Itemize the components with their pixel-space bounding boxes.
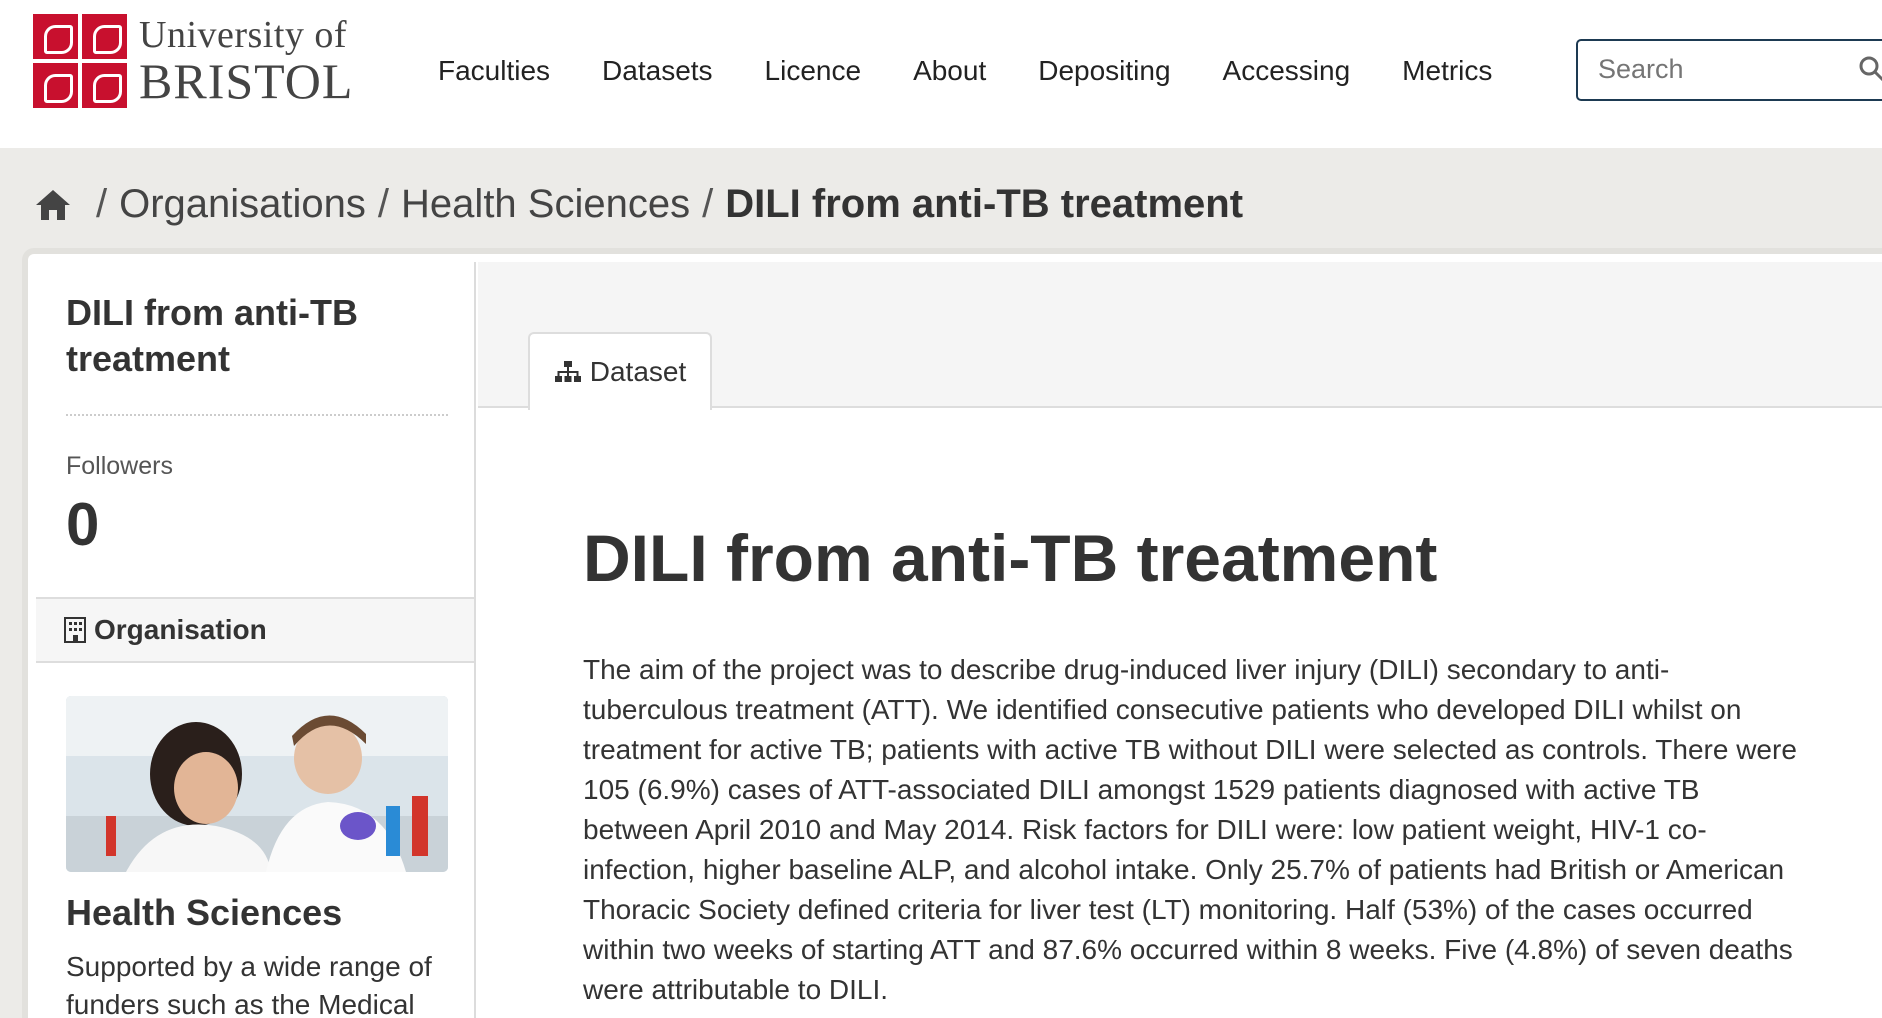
breadcrumb-separator: / xyxy=(377,182,390,226)
site-header: University of BRISTOL Faculties Datasets… xyxy=(0,0,1882,148)
page-title: DILI from anti-TB treatment xyxy=(583,521,1438,595)
tab-dataset-label: Dataset xyxy=(589,356,687,387)
home-icon[interactable] xyxy=(34,188,72,222)
main-nav: Faculties Datasets Licence About Deposit… xyxy=(438,55,1544,87)
lab-scientists-image xyxy=(66,696,448,872)
divider xyxy=(66,414,448,416)
nav-licence[interactable]: Licence xyxy=(765,55,862,87)
logo-text-line2: BRISTOL xyxy=(139,53,354,109)
organisation-heading: Organisation xyxy=(36,597,474,663)
university-logo[interactable]: University of BRISTOL xyxy=(33,14,353,108)
breadcrumb-separator: / xyxy=(702,182,714,226)
tab-dataset[interactable]: Dataset xyxy=(528,332,712,410)
organisation-name[interactable]: Health Sciences xyxy=(66,892,342,934)
dataset-description: The aim of the project was to describe d… xyxy=(583,654,1797,1005)
nav-faculties[interactable]: Faculties xyxy=(438,55,550,87)
building-icon xyxy=(64,617,86,643)
breadcrumb-current: DILI from anti-TB treatment xyxy=(725,182,1244,226)
sidebar-title: DILI from anti-TB treatment xyxy=(66,292,358,379)
organisation-description: Supported by a wide range of funders suc… xyxy=(66,951,432,1018)
followers-label: Followers xyxy=(66,452,173,480)
breadcrumb-organisations[interactable]: Organisations xyxy=(119,182,366,227)
sitemap-icon xyxy=(554,361,581,382)
nav-metrics[interactable]: Metrics xyxy=(1402,55,1492,87)
breadcrumb: / Organisations / Health Sciences / DILI… xyxy=(34,182,1243,227)
followers-count: 0 xyxy=(66,491,100,558)
nav-datasets[interactable]: Datasets xyxy=(602,55,713,87)
nav-depositing[interactable]: Depositing xyxy=(1038,55,1170,87)
sidebar: DILI from anti-TB treatment Followers 0 … xyxy=(36,262,476,1018)
nav-accessing[interactable]: Accessing xyxy=(1223,55,1351,87)
crest-icon xyxy=(33,14,127,108)
search-icon[interactable] xyxy=(1858,55,1882,83)
search-input[interactable] xyxy=(1578,41,1882,98)
breadcrumb-separator: / xyxy=(96,182,108,226)
breadcrumb-health-sciences[interactable]: Health Sciences xyxy=(401,182,690,227)
logo-text-line1: University of xyxy=(139,14,348,56)
search-box xyxy=(1576,39,1882,101)
organisation-heading-label: Organisation xyxy=(94,614,267,645)
organisation-image[interactable] xyxy=(66,696,448,872)
nav-about[interactable]: About xyxy=(913,55,986,87)
